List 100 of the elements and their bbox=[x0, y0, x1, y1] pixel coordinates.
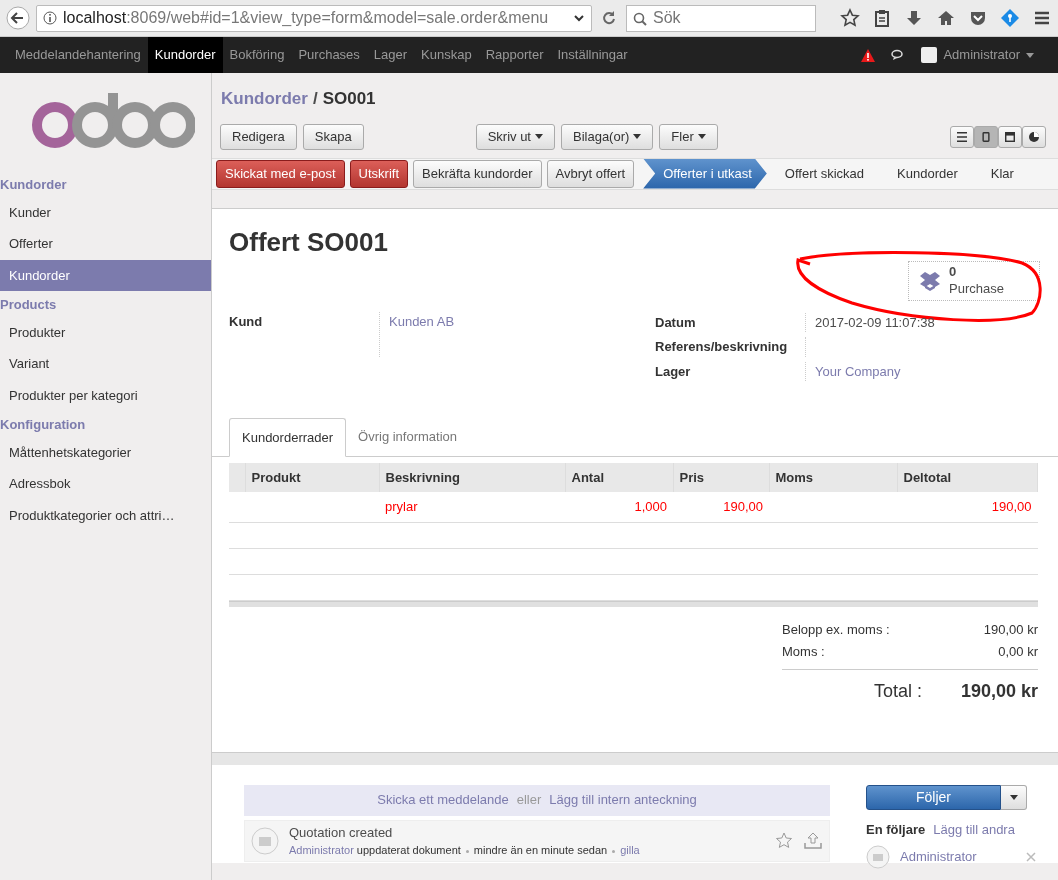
sidebar-item[interactable]: Variant bbox=[0, 348, 211, 380]
sidebar-item[interactable]: Produktkategorier och attri… bbox=[0, 499, 211, 531]
form-view-button[interactable] bbox=[974, 125, 998, 148]
status-button[interactable]: Avbryt offert bbox=[546, 159, 635, 188]
menu-item[interactable]: Lager bbox=[366, 37, 415, 73]
chat-icon[interactable] bbox=[891, 49, 906, 61]
list-view-button[interactable] bbox=[950, 125, 974, 148]
sidebar-item[interactable]: Produkter per kategori bbox=[0, 379, 211, 411]
table-cell: 190,00 bbox=[897, 492, 1038, 522]
sidebar-heading: Kundorder bbox=[0, 176, 68, 194]
sidebar-item[interactable]: Adressbok bbox=[0, 468, 211, 500]
follow-button[interactable]: Följer bbox=[866, 784, 1001, 810]
dropdown-button[interactable]: Skriv ut bbox=[475, 123, 555, 150]
toolbar-button[interactable]: Redigera bbox=[220, 123, 297, 150]
message-meta: uppdaterat dokument bbox=[356, 844, 461, 856]
sidebar-item[interactable]: Produkter bbox=[0, 316, 211, 348]
field-link[interactable]: Kunden AB bbox=[379, 311, 455, 357]
warning-icon[interactable] bbox=[861, 48, 876, 62]
purchase-count: 0 bbox=[949, 264, 958, 281]
caret-icon bbox=[633, 134, 642, 139]
home-icon[interactable] bbox=[936, 8, 956, 28]
dropdown-icon[interactable] bbox=[573, 12, 585, 24]
key-icon[interactable] bbox=[1000, 8, 1020, 28]
purchase-label: Purchase bbox=[949, 280, 1004, 297]
caret-icon bbox=[1026, 52, 1034, 58]
add-followers-link[interactable]: Lägg till andra bbox=[933, 819, 1015, 839]
menu-item[interactable]: Rapporter bbox=[478, 37, 551, 73]
menu-item[interactable]: Inställningar bbox=[550, 37, 635, 73]
caret-icon bbox=[697, 134, 706, 139]
breadcrumb-link[interactable]: Kundorder bbox=[221, 86, 308, 112]
field-link[interactable]: Your Company bbox=[815, 363, 901, 379]
sidebar-heading: Products bbox=[0, 296, 58, 314]
form-tab[interactable]: Övrig information bbox=[346, 417, 470, 456]
field-label: Kund bbox=[229, 312, 264, 331]
menu-item[interactable]: Purchases bbox=[291, 37, 367, 73]
status-button[interactable]: Bekräfta kundorder bbox=[413, 159, 542, 188]
url-field[interactable]: localhost:8069/web#id=1&view_type=form&model=sale.order&menu bbox=[36, 4, 592, 32]
table-cell: 190,00 bbox=[673, 492, 769, 522]
follower-link[interactable]: Administrator bbox=[900, 847, 977, 867]
send-message-link[interactable]: Skicka ett meddelande bbox=[377, 790, 509, 810]
user-menu[interactable]: Administrator bbox=[921, 45, 1034, 65]
dropdown-button[interactable]: Bilaga(or) bbox=[561, 123, 654, 150]
follow-dropdown-button[interactable] bbox=[1001, 784, 1027, 810]
sidebar-item[interactable]: Kundorder bbox=[0, 259, 211, 291]
upload-icon[interactable] bbox=[803, 831, 823, 850]
menu-item[interactable]: Kunskap bbox=[414, 37, 479, 73]
message-subject: Quotation created bbox=[289, 823, 394, 842]
toolbar-button[interactable]: Skapa bbox=[302, 123, 364, 150]
search-field[interactable]: Sök bbox=[626, 4, 816, 32]
graph-view-button[interactable] bbox=[1022, 125, 1046, 148]
like-link[interactable]: gilla bbox=[620, 844, 640, 856]
author-link[interactable]: Administrator bbox=[289, 844, 354, 856]
field-label: Datum bbox=[655, 313, 697, 332]
caret-icon bbox=[1009, 794, 1018, 800]
avatar-icon bbox=[251, 826, 279, 855]
field-label: Lager bbox=[655, 362, 692, 381]
column-header: Beskrivning bbox=[379, 462, 565, 492]
sidebar-item[interactable]: Offerter bbox=[0, 228, 211, 260]
calendar-view-icon bbox=[1005, 129, 1015, 144]
form-title: Offert SO001 bbox=[229, 225, 388, 259]
menu-item[interactable]: Meddelandehantering bbox=[8, 37, 148, 73]
message-time: mindre än en minute sedan bbox=[473, 844, 608, 856]
sidebar-heading: Konfiguration bbox=[0, 416, 87, 434]
form-view-icon bbox=[981, 129, 991, 144]
smart-button[interactable]: 0 Purchase bbox=[908, 260, 1040, 301]
or-text: eller bbox=[516, 791, 542, 810]
dropdown-button[interactable]: Fler bbox=[659, 123, 718, 150]
status-stage[interactable]: Offerter i utkast bbox=[643, 158, 767, 189]
field-label: Referens/beskrivning bbox=[655, 338, 789, 356]
info-icon bbox=[43, 11, 57, 25]
form-tab[interactable]: Kundorderrader bbox=[229, 417, 347, 457]
calendar-view-button[interactable] bbox=[998, 125, 1022, 148]
star-icon[interactable] bbox=[775, 831, 793, 850]
column-header: Moms bbox=[769, 462, 897, 492]
column-header: Pris bbox=[673, 462, 769, 492]
status-button[interactable]: Skickat med e-post bbox=[216, 159, 345, 188]
sidebar-item[interactable]: Kunder bbox=[0, 196, 211, 228]
log-note-link[interactable]: Lägg till intern anteckning bbox=[549, 790, 697, 810]
breadcrumb-separator: / bbox=[312, 88, 318, 110]
table-cell: prylar bbox=[379, 492, 565, 522]
sidebar-item[interactable]: Måttenhetskategorier bbox=[0, 436, 211, 468]
column-header: Produkt bbox=[245, 462, 379, 492]
menu-item[interactable]: Bokföring bbox=[222, 37, 292, 73]
total-value: 0,00 kr bbox=[998, 642, 1038, 661]
total-label: Belopp ex. moms : bbox=[782, 620, 890, 639]
total-label: Total : bbox=[874, 679, 923, 703]
back-icon[interactable] bbox=[6, 6, 30, 30]
search-icon bbox=[633, 11, 647, 26]
field-value: 2017-02-09 11:07:38 bbox=[815, 314, 935, 330]
caret-icon bbox=[535, 134, 543, 139]
total-value: 190,00 kr bbox=[960, 679, 1038, 703]
menu-item[interactable]: Kundorder bbox=[147, 37, 223, 73]
clipboard-icon[interactable] bbox=[872, 8, 892, 28]
status-button[interactable]: Utskrift bbox=[349, 159, 408, 188]
column-header: Deltotal bbox=[897, 462, 1038, 492]
total-value: 190,00 kr bbox=[983, 620, 1038, 639]
total-label: Moms : bbox=[782, 642, 825, 661]
followers-heading: En följare bbox=[866, 820, 926, 839]
graph-view-icon bbox=[1029, 129, 1039, 144]
star-icon[interactable] bbox=[840, 8, 860, 28]
